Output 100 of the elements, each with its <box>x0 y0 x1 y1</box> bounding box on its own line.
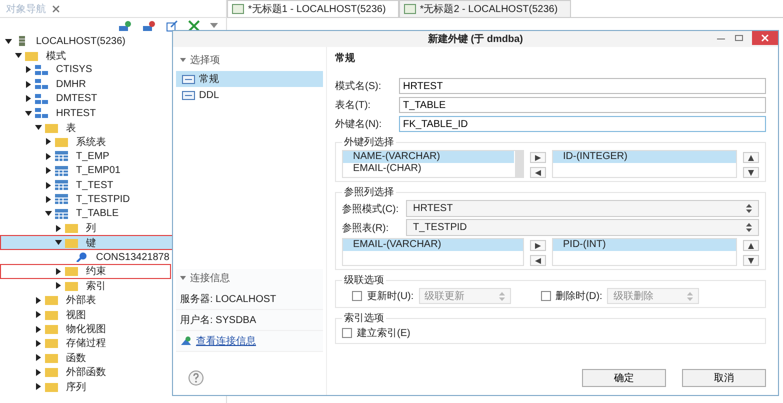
expander-icon[interactable] <box>35 354 42 362</box>
tree-item[interactable]: LOCALHOST(5236) <box>0 34 171 48</box>
tree-item[interactable]: T_TESTPID <box>0 192 171 207</box>
group-title: 级联选项 <box>343 274 385 287</box>
expander-icon[interactable] <box>35 311 42 318</box>
tree-item[interactable]: 序列 <box>0 379 171 394</box>
tree-item[interactable]: HRTEST <box>0 106 171 120</box>
tree-item[interactable]: 模式 <box>0 48 171 63</box>
editor-tab[interactable]: *无标题1 - LOCALHOST(5236) <box>227 0 399 17</box>
section-header[interactable]: 连接信息 <box>176 269 323 287</box>
add-button[interactable] <box>530 240 546 251</box>
close-button[interactable] <box>752 31 778 45</box>
edit-icon[interactable] <box>166 20 178 32</box>
expander-icon[interactable] <box>55 282 62 290</box>
tree-item[interactable]: T_EMP <box>0 149 171 164</box>
expander-icon[interactable] <box>45 182 52 189</box>
tree-item[interactable]: 外部表 <box>0 293 171 308</box>
expander-icon[interactable] <box>15 52 22 60</box>
tree-label: CTISYS <box>56 64 92 76</box>
expander-icon[interactable] <box>35 340 42 347</box>
editor-tab[interactable]: *无标题2 - LOCALHOST(5236) <box>398 0 571 17</box>
maximize-icon[interactable] <box>734 33 744 43</box>
expander-icon[interactable] <box>25 80 32 88</box>
tree-item[interactable]: 视图 <box>0 307 171 322</box>
tree-item[interactable]: CONS13421878 <box>0 250 171 264</box>
tree-item[interactable]: 约束 <box>0 264 171 279</box>
tree-label: 序列 <box>66 380 86 394</box>
expander-icon[interactable] <box>5 38 12 45</box>
add-button[interactable] <box>530 152 546 163</box>
column-list[interactable]: EMAIL-(VARCHAR) <box>342 238 524 266</box>
expander-icon[interactable] <box>55 224 62 232</box>
tree-item[interactable]: T_TABLE <box>0 206 171 222</box>
tree-item[interactable]: 列 <box>0 221 171 236</box>
tree-item[interactable]: T_EMP01 <box>0 164 171 178</box>
move-up-button[interactable] <box>743 240 759 251</box>
remove-button[interactable] <box>530 167 546 178</box>
move-up-button[interactable] <box>743 152 759 163</box>
expander-icon[interactable] <box>35 383 42 390</box>
tree-item[interactable]: 函数 <box>0 350 171 365</box>
dropdown-field[interactable]: HRTEST <box>406 200 759 217</box>
tree-item[interactable]: 索引 <box>0 278 171 294</box>
field-label: 参照模式(C): <box>342 202 400 216</box>
list-item[interactable]: PID-(INT) <box>553 239 736 251</box>
field-label: 模式名(S): <box>335 80 382 93</box>
expander-icon[interactable] <box>45 196 52 203</box>
cancel-button[interactable]: 取消 <box>682 369 766 387</box>
expander-icon[interactable] <box>35 326 42 332</box>
move-down-button[interactable] <box>743 167 759 178</box>
ok-button[interactable]: 确定 <box>582 369 666 387</box>
text-field[interactable]: FK_TABLE_ID <box>399 116 766 132</box>
remove-button[interactable] <box>530 255 546 266</box>
tree-item[interactable]: 存储过程 <box>0 336 171 351</box>
expander-icon[interactable] <box>55 268 62 275</box>
tree-item[interactable]: 物化视图 <box>0 322 171 336</box>
nav-item[interactable]: 常规 <box>176 71 323 87</box>
expander-icon[interactable] <box>25 95 32 102</box>
column-list[interactable]: PID-(INT) <box>552 238 737 266</box>
text-field[interactable]: T_TABLE <box>399 97 766 113</box>
group-title: 索引选项 <box>343 312 385 325</box>
expander-icon[interactable] <box>25 110 32 117</box>
expander-icon[interactable] <box>35 296 42 304</box>
connect-icon[interactable] <box>118 20 132 32</box>
folder-icon <box>65 223 79 234</box>
column-list[interactable]: NAME-(VARCHAR) EMAIL-(CHAR) <box>342 150 524 178</box>
right-arrow-icon <box>535 242 541 248</box>
section-header[interactable]: 选择项 <box>176 51 323 69</box>
list-item[interactable]: NAME-(VARCHAR) <box>343 151 514 163</box>
expander-icon[interactable] <box>45 210 52 218</box>
tree-item[interactable]: DMHR <box>0 77 171 92</box>
expander-icon[interactable] <box>45 138 52 146</box>
tree-item[interactable]: 系统表 <box>0 134 171 150</box>
text-field[interactable]: HRTEST <box>399 78 766 94</box>
nav-item[interactable]: DDL <box>176 87 323 103</box>
expander-icon[interactable] <box>45 167 52 174</box>
help-icon[interactable] <box>188 370 204 386</box>
tree-label: LOCALHOST(5236) <box>36 36 126 47</box>
list-item[interactable]: EMAIL-(VARCHAR) <box>343 239 523 251</box>
expander-icon[interactable] <box>35 124 42 132</box>
connection-info-link[interactable]: 查看连接信息 <box>196 334 256 348</box>
dropdown-field[interactable]: T_TESTPID <box>406 219 759 236</box>
expander-icon[interactable] <box>45 152 52 160</box>
collapse-icon <box>180 276 186 280</box>
tree-item[interactable]: 外部函数 <box>0 364 171 380</box>
move-down-button[interactable] <box>743 255 759 266</box>
disconnect-icon[interactable] <box>142 20 156 32</box>
expander-icon[interactable] <box>55 239 62 246</box>
expander-icon[interactable] <box>35 368 42 376</box>
up-arrow-icon <box>748 242 754 248</box>
tree-label: T_EMP01 <box>76 165 120 176</box>
tree-item[interactable]: 表 <box>0 120 171 135</box>
list-item[interactable]: EMAIL-(CHAR) <box>343 163 514 175</box>
close-icon[interactable] <box>52 4 60 12</box>
expander-icon[interactable] <box>25 66 32 74</box>
tree-item[interactable]: DMTEST <box>0 92 171 106</box>
checkbox[interactable] <box>342 328 352 338</box>
column-list[interactable]: ID-(INTEGER) <box>552 150 737 178</box>
list-item[interactable]: ID-(INTEGER) <box>553 151 736 163</box>
tree-item[interactable]: T_TEST <box>0 178 171 192</box>
tree-item[interactable]: CTISYS <box>0 62 171 78</box>
folder-icon <box>65 238 79 248</box>
